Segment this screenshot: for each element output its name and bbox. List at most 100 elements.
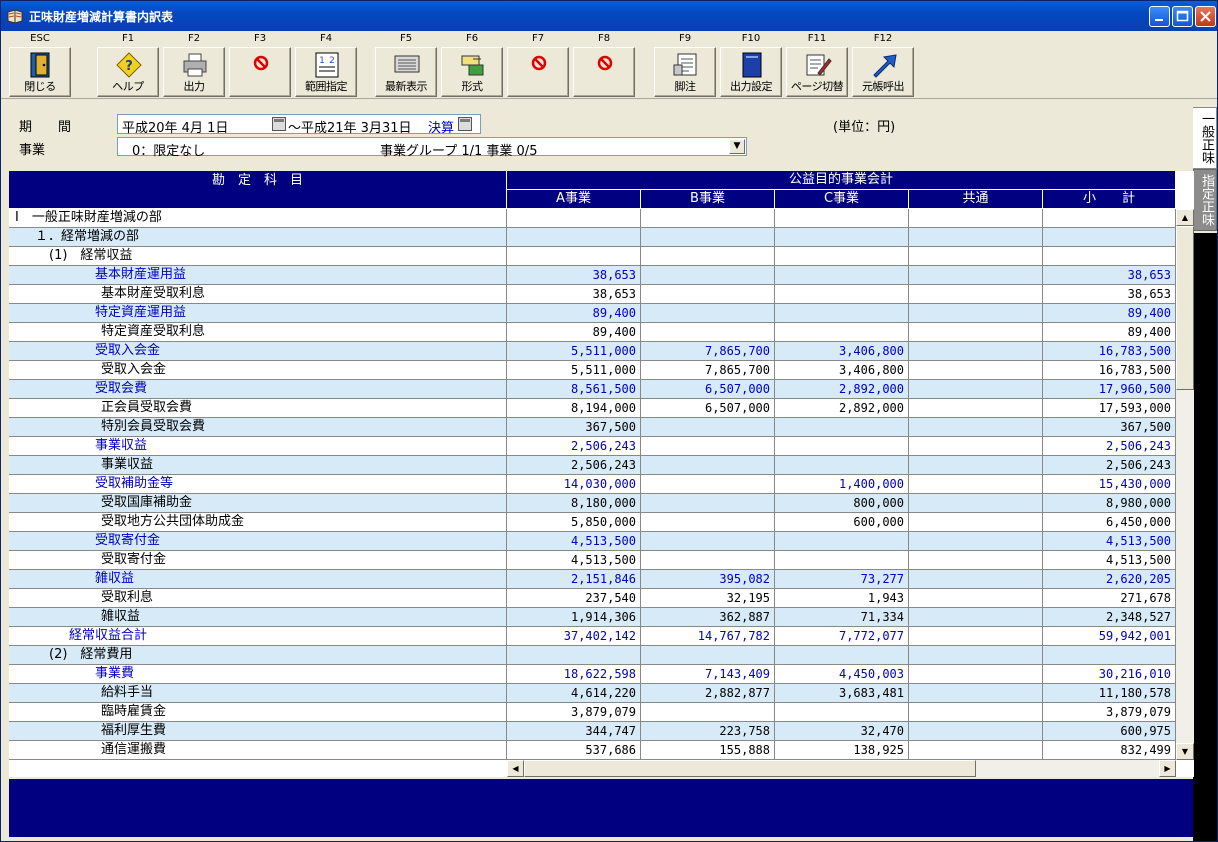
fkey-f1: F1 ? ヘルプ — [97, 33, 159, 97]
scroll-up-icon[interactable]: ▲ — [1176, 209, 1194, 226]
table-row[interactable]: 受取地方公共団体助成金 5,850,000 600,000 6,450,000 — [9, 513, 1176, 532]
scroll-left-icon[interactable]: ◀ — [507, 760, 524, 777]
amount-cell — [909, 589, 1043, 608]
table-row[interactable]: 基本財産運用益 38,653 38,653 — [9, 266, 1176, 285]
amount-cell — [909, 665, 1043, 684]
calendar-from-icon[interactable] — [272, 117, 286, 131]
help-button[interactable]: ? ヘルプ — [97, 47, 159, 97]
business-select[interactable]: 0：限定なし 事業グループ 1/1 事業 0/5 ▼ — [117, 137, 747, 159]
amount-cell — [909, 228, 1043, 247]
tab-designated-net-assets[interactable]: 指定正味 — [1193, 169, 1217, 231]
close-button[interactable] — [1195, 6, 1216, 27]
fkey-f10: F10 出力設定 — [720, 33, 782, 97]
minimize-button[interactable] — [1149, 6, 1170, 27]
table-row[interactable]: 事業費 18,622,598 7,143,409 4,450,003 30,216,01… — [9, 665, 1176, 684]
account-name-cell: 事業収益 — [9, 437, 507, 456]
table-row[interactable]: 経常収益合計 37,402,142 14,767,782 7,772,077 59,94… — [9, 627, 1176, 646]
refresh-button[interactable]: 最新表示 — [375, 47, 437, 97]
amount-cell — [641, 494, 775, 513]
table-row[interactable]: 受取会費 8,561,500 6,507,000 2,892,000 17,960,50… — [9, 380, 1176, 399]
amount-cell: 5,850,000 — [507, 513, 641, 532]
amount-cell: 5,511,000 — [507, 342, 641, 361]
table-row[interactable]: 受取国庫補助金 8,180,000 800,000 8,980,000 — [9, 494, 1176, 513]
footnote-button[interactable]: 脚注 — [654, 47, 716, 97]
calendar-to-icon[interactable] — [458, 117, 472, 131]
f3-disabled-button[interactable] — [229, 47, 291, 97]
table-row[interactable]: 受取寄付金 4,513,500 4,513,500 — [9, 532, 1176, 551]
amount-cell — [775, 456, 909, 475]
amount-cell — [909, 266, 1043, 285]
date-to[interactable]: ～平成21年 3月31日 — [288, 117, 412, 136]
fkey-label: F1 — [121, 33, 135, 44]
amount-cell: 3,879,079 — [1043, 703, 1176, 722]
range-button[interactable]: 12 範囲指定 — [295, 47, 357, 97]
table-row[interactable]: 特別会員受取会費 367,500 367,500 — [9, 418, 1176, 437]
f8-disabled-button[interactable] — [573, 47, 635, 97]
amount-cell — [909, 399, 1043, 418]
amount-cell: 32,470 — [775, 722, 909, 741]
amount-cell: 2,506,243 — [1043, 437, 1176, 456]
amount-cell: 8,180,000 — [507, 494, 641, 513]
fkey-esc: ESC 閉じる — [9, 33, 71, 97]
amount-cell — [641, 513, 775, 532]
table-row[interactable]: 受取入会金 5,511,000 7,865,700 3,406,800 16,783,5… — [9, 342, 1176, 361]
print-button[interactable]: 出力 — [163, 47, 225, 97]
table-row[interactable]: 雑収益 1,914,306 362,887 71,334 2,348,527 — [9, 608, 1176, 627]
vertical-scrollbar[interactable]: ▲ ▼ — [1176, 209, 1194, 760]
amount-cell — [507, 646, 641, 665]
table-row[interactable]: (1) 経常収益 — [9, 247, 1176, 266]
amount-cell — [1043, 646, 1176, 665]
output-settings-button[interactable]: 出力設定 — [720, 47, 782, 97]
table-row[interactable]: 臨時雇賃金 3,879,079 3,879,079 — [9, 703, 1176, 722]
amount-cell — [641, 418, 775, 437]
table-row[interactable]: 正会員受取会費 8,194,000 6,507,000 2,892,000 17,593… — [9, 399, 1176, 418]
amount-cell — [775, 304, 909, 323]
amount-cell: 600,975 — [1043, 722, 1176, 741]
page-switch-button[interactable]: ページ切替 — [786, 47, 848, 97]
scroll-right-icon[interactable]: ▶ — [1159, 760, 1176, 777]
table-row[interactable]: 事業収益 2,506,243 2,506,243 — [9, 456, 1176, 475]
format-button[interactable]: 形式 — [441, 47, 503, 97]
amount-cell — [775, 437, 909, 456]
account-name-cell: (2) 経常費用 — [9, 646, 507, 665]
table-row[interactable]: 受取寄付金 4,513,500 4,513,500 — [9, 551, 1176, 570]
date-from[interactable]: 平成20年 4月 1日 — [122, 117, 228, 136]
close-icon — [1200, 11, 1211, 22]
period-field[interactable]: 平成20年 4月 1日 ～平成21年 3月31日 決算 — [117, 114, 481, 136]
tab-general-net-assets[interactable]: 一般正味 — [1193, 107, 1217, 169]
table-row[interactable]: 受取入会金 5,511,000 7,865,700 3,406,800 16,783,5… — [9, 361, 1176, 380]
f7-disabled-button[interactable] — [507, 47, 569, 97]
table-row[interactable]: 給料手当 4,614,220 2,882,877 3,683,481 11,180,57… — [9, 684, 1176, 703]
table-row[interactable]: 特定資産受取利息 89,400 89,400 — [9, 323, 1176, 342]
chevron-down-icon[interactable]: ▼ — [729, 139, 745, 154]
table-row[interactable]: 特定資産運用益 89,400 89,400 — [9, 304, 1176, 323]
table-row[interactable]: 通信運搬費 537,686 155,888 138,925 832,499 — [9, 741, 1176, 760]
vertical-scroll-thumb[interactable] — [1176, 226, 1194, 390]
account-name-cell: 受取利息 — [9, 589, 507, 608]
ledger-call-button[interactable]: 元帳呼出 — [852, 47, 914, 97]
table-row[interactable]: 受取補助金等 14,030,000 1,400,000 15,430,000 — [9, 475, 1176, 494]
table-row[interactable]: 基本財産受取利息 38,653 38,653 — [9, 285, 1176, 304]
fkey-label: F6 — [465, 33, 479, 44]
app-window: 正味財産増減計算書内訳表 ESC 閉じる F1 ? ヘルプ F2 出力 F3 F… — [0, 0, 1218, 842]
table-header: 勘 定 科 目 公益目的事業会計 A事業 B事業 C事業 共通 小 計 — [9, 171, 1176, 209]
amount-cell: 155,888 — [641, 741, 775, 760]
amount-cell: 17,593,000 — [1043, 399, 1176, 418]
table-row[interactable]: 事業収益 2,506,243 2,506,243 — [9, 437, 1176, 456]
account-name-cell: (1) 経常収益 — [9, 247, 507, 266]
amount-cell: 3,406,800 — [775, 361, 909, 380]
amount-cell: 271,678 — [1043, 589, 1176, 608]
header-account: 勘 定 科 目 — [9, 171, 507, 209]
table-row[interactable]: 受取利息 237,540 32,195 1,943 271,678 — [9, 589, 1176, 608]
scroll-down-icon[interactable]: ▼ — [1176, 743, 1194, 760]
table-row[interactable]: 雑収益 2,151,846 395,082 73,277 2,620,205 — [9, 570, 1176, 589]
amount-cell — [507, 209, 641, 228]
table-row[interactable]: １．経常増減の部 — [9, 228, 1176, 247]
table-row[interactable]: (2) 経常費用 — [9, 646, 1176, 665]
close-window-button[interactable]: 閉じる — [9, 47, 71, 97]
horizontal-scroll-thumb[interactable] — [524, 760, 976, 777]
maximize-button[interactable] — [1172, 6, 1193, 27]
table-row[interactable]: 福利厚生費 344,747 223,758 32,470 600,975 — [9, 722, 1176, 741]
table-row[interactable]: Ⅰ 一般正味財産増減の部 — [9, 209, 1176, 228]
horizontal-scrollbar[interactable]: ◀ ▶ — [507, 760, 1176, 777]
